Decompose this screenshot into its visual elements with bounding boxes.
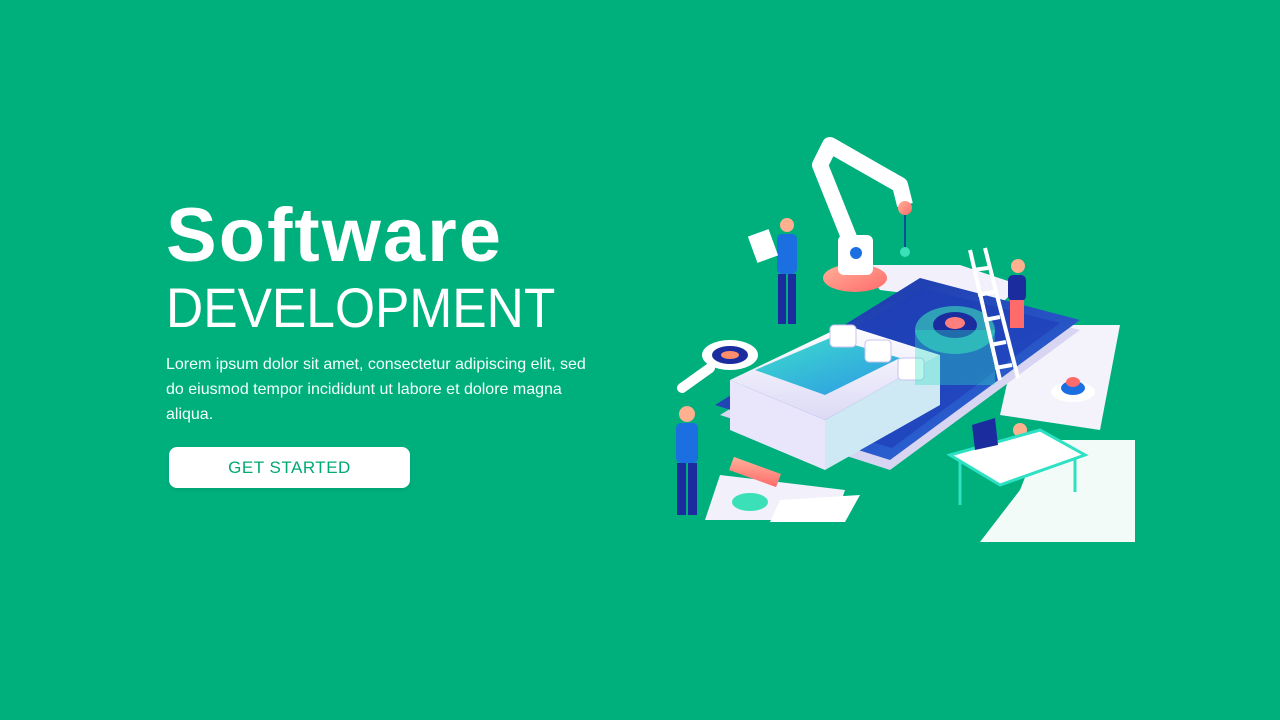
gear-icon: [915, 306, 995, 385]
hero-description: Lorem ipsum dolor sit amet, consectetur …: [166, 356, 586, 423]
hero-subtitle: DEVELOPMENT: [166, 276, 556, 339]
hero-section: Software DEVELOPMENT Lorem ipsum dolor s…: [166, 196, 606, 443]
get-started-button[interactable]: GET STARTED: [169, 447, 410, 488]
software-development-illustration: [676, 137, 1135, 542]
hero-title: Software: [166, 193, 503, 278]
